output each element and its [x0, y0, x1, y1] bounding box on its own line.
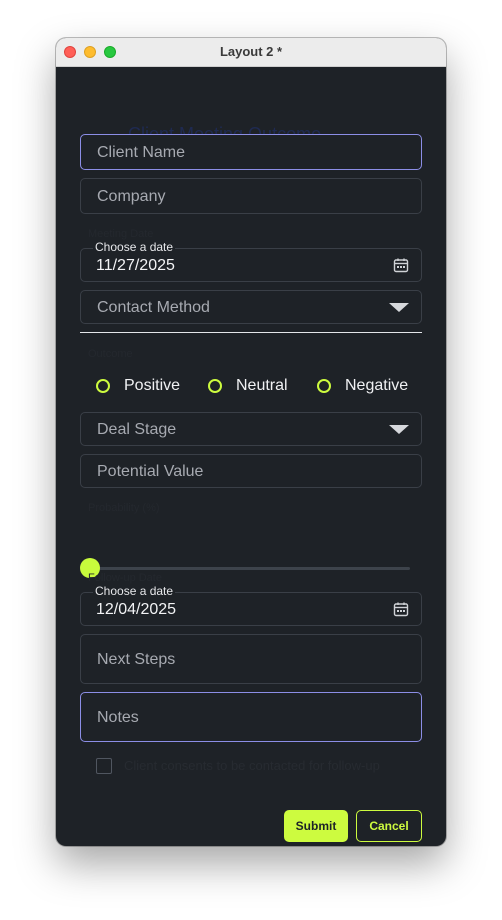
potential-value-placeholder: Potential Value — [97, 463, 204, 480]
consent-label: Client consents to be contacted for foll… — [124, 758, 380, 773]
radio-icon — [96, 379, 110, 393]
cancel-button[interactable]: Cancel — [356, 810, 422, 842]
calendar-icon[interactable] — [393, 601, 409, 617]
probability-slider-track[interactable] — [90, 567, 410, 570]
deal-stage-placeholder: Deal Stage — [97, 421, 177, 438]
next-steps-textarea[interactable]: Next Steps — [80, 634, 422, 684]
title-bar: Layout 2 * — [56, 38, 446, 67]
follow-up-date-value: 12/04/2025 — [96, 601, 177, 618]
window-title: Layout 2 * — [219, 44, 283, 59]
notes-placeholder: Notes — [97, 709, 139, 726]
meeting-date-picker[interactable]: Choose a date 11/27/2025 — [80, 240, 422, 282]
consent-checkbox[interactable] — [96, 758, 112, 774]
radio-label: Neutral — [236, 377, 288, 394]
next-steps-placeholder: Next Steps — [97, 651, 176, 668]
follow-up-date-picker[interactable]: Choose a date 12/04/2025 — [80, 584, 422, 626]
radio-icon — [208, 379, 222, 393]
meeting-date-value: 11/27/2025 — [96, 257, 175, 274]
meeting-date-label: Meeting Date — [88, 228, 154, 240]
radio-label: Negative — [345, 377, 409, 394]
app-window: Layout 2 * Client Meeting Outcome Client… — [56, 38, 446, 846]
deal-stage-select[interactable]: Deal Stage — [80, 412, 422, 446]
radio-icon — [317, 379, 331, 393]
probability-label: Probability (%) — [88, 502, 160, 514]
company-placeholder: Company — [97, 188, 166, 205]
divider — [80, 332, 422, 333]
outcome-label: Outcome — [88, 348, 133, 360]
potential-value-input[interactable]: Potential Value — [80, 454, 422, 488]
follow-up-legend: Choose a date — [93, 584, 176, 598]
dropdown-arrow-icon — [389, 425, 409, 434]
calendar-icon[interactable] — [393, 257, 409, 273]
client-name-input[interactable]: Client Name — [80, 134, 422, 170]
meeting-date-legend: Choose a date — [93, 240, 176, 254]
client-name-placeholder: Client Name — [97, 144, 186, 161]
company-input[interactable]: Company — [80, 178, 422, 214]
radio-label: Positive — [124, 377, 181, 394]
notes-textarea[interactable]: Notes — [80, 692, 422, 742]
contact-method-select[interactable]: Contact Method — [80, 290, 422, 324]
form-content: Client Meeting Outcome Client Name Compa… — [56, 66, 446, 846]
contact-method-placeholder: Contact Method — [97, 299, 210, 316]
submit-button[interactable]: Submit — [284, 810, 348, 842]
dropdown-arrow-icon — [389, 303, 409, 312]
follow-up-label: Follow-up Date — [88, 572, 162, 584]
